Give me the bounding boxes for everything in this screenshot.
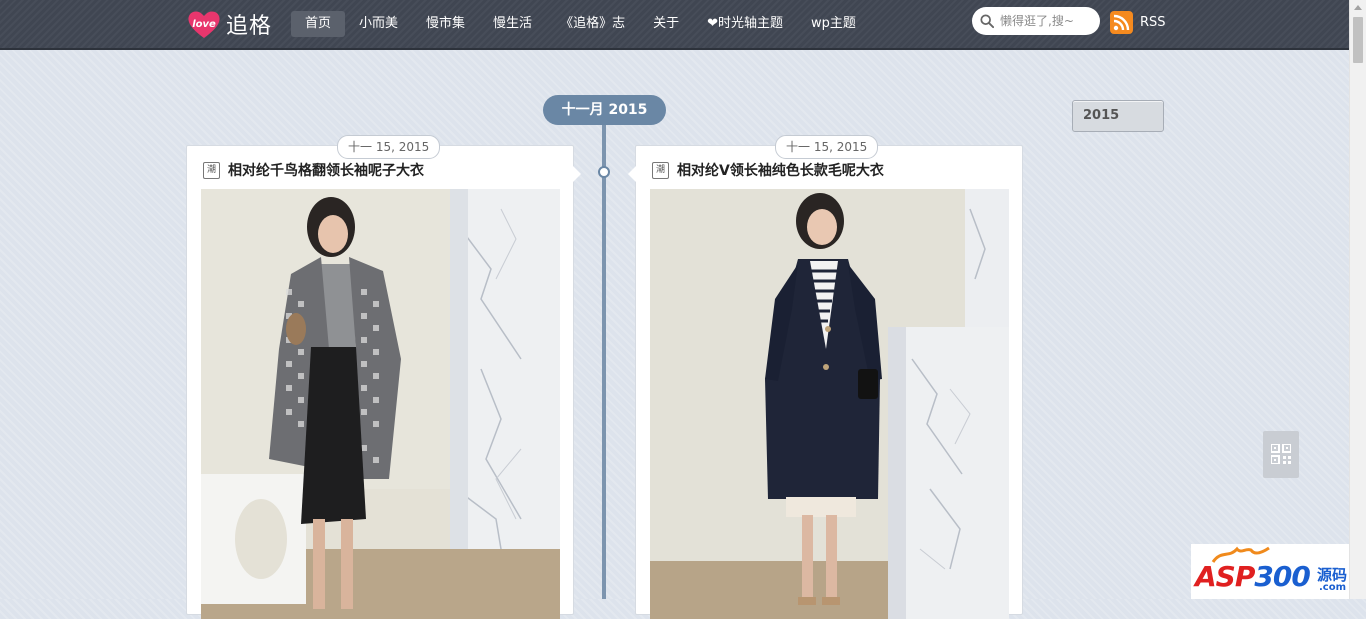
post-image[interactable] [650, 189, 1009, 619]
post-image[interactable] [201, 189, 560, 619]
timeline-line [602, 120, 606, 599]
search-icon[interactable] [980, 13, 994, 29]
search-input[interactable] [998, 13, 1100, 29]
qr-code-button[interactable] [1263, 431, 1299, 478]
scroll-up-arrow[interactable] [1354, 5, 1362, 10]
scrollbar-thumb[interactable] [1353, 17, 1363, 63]
timeline-month-badge: 十一月 2015 [543, 95, 666, 125]
watermark-brand: ASP300 [1195, 560, 1311, 593]
qr-code-icon [1271, 444, 1291, 464]
page-scrollbar[interactable] [1349, 0, 1366, 599]
nav-magazine[interactable]: 《追格》志 [546, 11, 639, 37]
year-nav-button[interactable]: 2015 [1072, 100, 1164, 132]
timeline-dot [598, 166, 610, 178]
logo-text: 追格 [226, 14, 273, 39]
rss-label: RSS [1140, 15, 1166, 30]
card-pointer [573, 166, 581, 182]
trend-tag-icon: 潮 [652, 161, 669, 179]
nav-slow-market[interactable]: 慢市集 [412, 11, 479, 37]
post-date: 十一 15, 2015 [775, 135, 879, 159]
post-date: 十一 15, 2015 [337, 135, 441, 159]
post-title-link[interactable]: 相对纶V领长袖纯色长款毛呢大衣 [677, 160, 884, 180]
nav-about[interactable]: 关于 [639, 11, 693, 37]
trend-tag-icon: 潮 [203, 161, 220, 179]
card-pointer [628, 166, 636, 182]
post-card[interactable]: 十一 15, 2015 潮 相对纶千鸟格翻领长袖呢子大衣 [186, 135, 581, 619]
logo-mark-text: love [192, 19, 216, 30]
nav-timeline-theme[interactable]: ❤时光轴主题 [693, 11, 797, 37]
post-title-link[interactable]: 相对纶千鸟格翻领长袖呢子大衣 [228, 160, 424, 180]
post-title: 潮 相对纶千鸟格翻领长袖呢子大衣 [203, 160, 424, 180]
watermark-domain: .com [1319, 582, 1347, 593]
rss-icon [1110, 11, 1133, 34]
asp300-watermark: ASP300 源码 .com [1191, 544, 1361, 599]
post-title: 潮 相对纶V领长袖纯色长款毛呢大衣 [652, 160, 884, 180]
logo-heart-icon: love [188, 11, 220, 38]
top-navigation-bar: love 追格 首页 小而美 慢市集 慢生活 《追格》志 关于 ❤时光轴主题 w… [0, 0, 1350, 50]
rss-link[interactable]: RSS [1110, 11, 1166, 34]
nav-slow-life[interactable]: 慢生活 [479, 11, 546, 37]
nav-small-beauty[interactable]: 小而美 [345, 11, 412, 37]
main-nav: 首页 小而美 慢市集 慢生活 《追格》志 关于 ❤时光轴主题 wp主题 [291, 11, 870, 37]
nav-wp-theme[interactable]: wp主题 [797, 11, 870, 37]
site-logo[interactable]: love 追格 [186, 8, 272, 40]
search-box [972, 7, 1100, 35]
post-card[interactable]: 十一 15, 2015 潮 相对纶V领长袖纯色长款毛呢大衣 [628, 135, 1023, 619]
nav-home[interactable]: 首页 [291, 11, 346, 37]
